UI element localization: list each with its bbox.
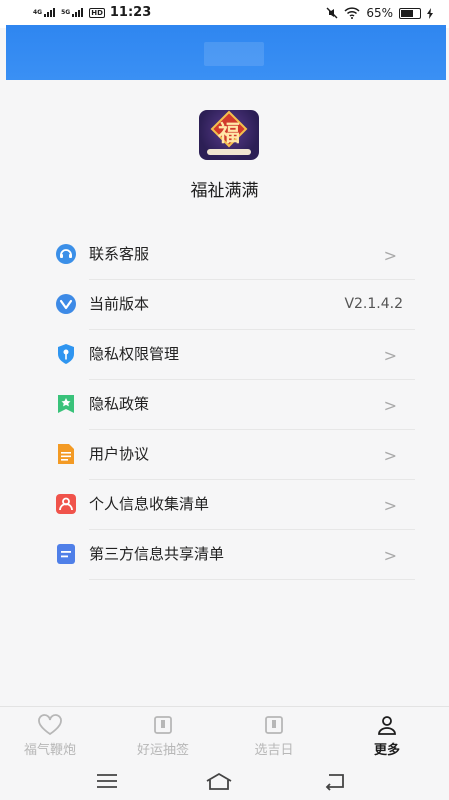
battery-percent: 65%	[366, 6, 393, 20]
signal-icon-2	[72, 8, 84, 17]
header-banner	[6, 25, 446, 80]
wifi-icon	[344, 7, 360, 19]
logo-cloud	[207, 149, 251, 155]
menu-item-version[interactable]: 当前版本 V2.1.4.2	[55, 280, 415, 330]
tab-firecrackers[interactable]: 福气鞭炮	[5, 713, 95, 758]
calendar-icon	[265, 716, 283, 734]
shield-key-icon	[58, 344, 74, 364]
menu-item-privacy-policy[interactable]: 隐私政策 >	[55, 380, 415, 430]
menu-item-label: 个人信息收集清单	[89, 495, 210, 513]
heart-icon	[38, 714, 62, 736]
version-icon	[56, 294, 76, 314]
logo-character: 福	[217, 122, 240, 147]
tab-fortune-lot[interactable]: 好运抽签	[118, 713, 208, 758]
tab-label: 更多	[373, 743, 400, 758]
document-icon	[58, 444, 74, 464]
chevron-right-icon: >	[383, 246, 397, 265]
tab-more[interactable]: 更多	[342, 713, 432, 758]
lot-icon	[154, 716, 172, 734]
tab-label: 选吉日	[254, 743, 294, 758]
person-icon	[378, 716, 396, 735]
menu-item-label: 隐私政策	[89, 395, 150, 413]
menu-item-user-agreement[interactable]: 用户协议 >	[55, 430, 415, 480]
chevron-right-icon: >	[383, 346, 397, 365]
list-doc-icon	[57, 544, 75, 564]
battery-icon	[399, 7, 421, 19]
header-title-placeholder	[204, 42, 264, 66]
chevron-right-icon: >	[383, 496, 397, 515]
status-bar: 4G 5G HD 11:23 65%	[0, 0, 449, 28]
charging-icon	[427, 7, 433, 19]
back-icon[interactable]	[323, 771, 347, 791]
headset-icon	[56, 244, 76, 264]
menu-item-label: 第三方信息共享清单	[89, 545, 225, 563]
chevron-right-icon: >	[383, 396, 397, 415]
menu-icon[interactable]	[95, 771, 119, 791]
chevron-right-icon: >	[383, 546, 397, 565]
status-left: 4G 5G HD 11:23	[33, 5, 151, 20]
home-icon[interactable]	[204, 771, 234, 791]
tab-label: 好运抽签	[136, 743, 189, 758]
menu-item-customer-service[interactable]: 联系客服 >	[55, 230, 415, 280]
menu-item-label: 当前版本	[89, 295, 150, 313]
divider	[89, 579, 415, 580]
hd-badge: HD	[89, 7, 105, 18]
app-name: 福祉满满	[190, 181, 259, 201]
person-card-icon	[56, 494, 76, 514]
tab-auspicious-day[interactable]: 选吉日	[229, 713, 319, 758]
menu-item-third-party-sharing-list[interactable]: 第三方信息共享清单 >	[55, 530, 415, 580]
clock: 11:23	[109, 5, 152, 20]
system-nav-bar	[0, 764, 449, 800]
menu-item-label: 用户协议	[89, 445, 150, 463]
network-4g-label: 4G	[33, 8, 43, 16]
chevron-right-icon: >	[383, 446, 397, 465]
menu-item-label: 联系客服	[89, 245, 150, 263]
policy-bookmark-icon	[58, 395, 74, 413]
bottom-tab-bar: 福气鞭炮 好运抽签 选吉日 更多	[0, 706, 449, 764]
signal-icon	[44, 8, 56, 17]
menu-item-personal-info-list[interactable]: 个人信息收集清单 >	[55, 480, 415, 530]
version-value: V2.1.4.2	[344, 296, 403, 312]
menu-item-privacy-permissions[interactable]: 隐私权限管理 >	[55, 330, 415, 380]
mute-icon	[326, 7, 338, 19]
menu-item-label: 隐私权限管理	[89, 345, 180, 363]
network-5g-label: 5G	[61, 8, 71, 16]
app-logo: 福	[199, 110, 259, 160]
tab-label: 福气鞭炮	[23, 743, 76, 758]
status-right: 65%	[326, 6, 433, 20]
